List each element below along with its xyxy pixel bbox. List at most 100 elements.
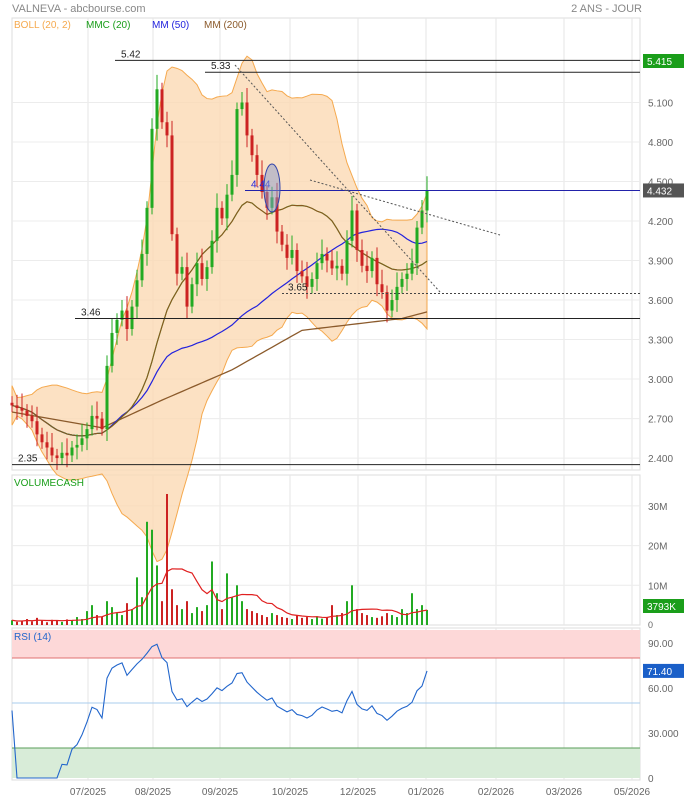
annotation-label: 2.35: [18, 454, 38, 465]
candle-body: [65, 452, 69, 456]
volume-bar: [46, 622, 48, 625]
volume-bar: [361, 613, 363, 625]
candle-body: [330, 260, 334, 269]
candle-body: [100, 418, 104, 430]
candle-body: [245, 102, 249, 136]
volume-bar: [356, 609, 358, 625]
stock-chart: VALNEVA - abcbourse.com 2 ANS - JOUR 5.4…: [10, 3, 684, 798]
candle-body: [105, 365, 109, 430]
volume-bar: [126, 603, 128, 625]
volume-bar: [36, 617, 38, 625]
volume-bar: [391, 615, 393, 625]
candle-body: [175, 234, 179, 274]
volume-bar: [316, 616, 318, 625]
volume-bar: [381, 616, 383, 625]
candle-body: [25, 410, 29, 416]
volume-bar: [136, 577, 138, 625]
candle-body: [10, 402, 14, 406]
candle-body: [210, 240, 214, 268]
volume-bar: [146, 521, 148, 625]
highlight-ellipse: [263, 163, 281, 213]
candle-body: [55, 455, 59, 459]
candle-body: [195, 263, 199, 285]
rsi-panel: RSI (14): [11, 630, 640, 779]
volume-bar: [321, 618, 323, 625]
value-badge-text: 4.432: [647, 186, 672, 197]
x-tick-label: 12/2025: [340, 787, 377, 798]
volume-bar: [206, 605, 208, 625]
candle-body: [380, 284, 384, 293]
volume-bar: [41, 620, 43, 625]
candle-body: [140, 253, 144, 281]
candle-body: [205, 267, 209, 279]
volume-tick-label: 20M: [648, 542, 667, 553]
volume-bar: [236, 585, 238, 625]
volume-bar: [86, 611, 88, 625]
volume-bar: [396, 617, 398, 625]
rsi-tick-label: 30.000: [648, 729, 679, 740]
volume-bar: [256, 613, 258, 625]
candle-body: [240, 102, 244, 110]
candle-body: [50, 447, 54, 456]
candle-body: [85, 429, 89, 439]
volume-bar: [186, 601, 188, 625]
volume-bar: [16, 621, 18, 625]
volume-tick-label: 30M: [648, 502, 667, 513]
candle-body: [360, 249, 364, 266]
volume-bar: [31, 621, 33, 625]
volume-bar: [266, 617, 268, 625]
candle-body: [80, 438, 84, 445]
price-tick-label: 5.100: [648, 98, 673, 109]
volume-bar: [241, 601, 243, 625]
price-tick-label: 3.000: [648, 375, 673, 386]
volume-bar: [291, 619, 293, 625]
legend-item: MM (200): [204, 20, 247, 31]
legend-item: MM (50): [152, 20, 189, 31]
candle-body: [335, 265, 339, 269]
candle-body: [300, 271, 304, 277]
candle-body: [290, 249, 294, 258]
volume-bar: [181, 609, 183, 625]
volume-bar: [191, 613, 193, 625]
candle-body: [320, 253, 324, 264]
volume-bar: [76, 617, 78, 625]
volume-title: VOLUMECASH: [14, 478, 84, 489]
candle-body: [355, 210, 359, 250]
candle-body: [400, 278, 404, 287]
candle-body: [315, 263, 319, 279]
value-badge-text: 71.40: [647, 667, 672, 678]
volume-bar: [306, 617, 308, 625]
candle-body: [130, 306, 134, 330]
candle-body: [325, 253, 329, 261]
x-tick-label: 01/2026: [408, 787, 445, 798]
annotation-label: 5.33: [211, 61, 231, 72]
candle-body: [150, 128, 154, 208]
volume-bar: [221, 609, 223, 625]
annotation-label: 3.65: [288, 282, 308, 293]
x-tick-label: 07/2025: [70, 787, 107, 798]
rsi-title: RSI (14): [14, 632, 51, 643]
candle-body: [125, 310, 129, 330]
volume-bar: [311, 619, 313, 625]
volume-bar: [276, 615, 278, 625]
volume-bar: [166, 493, 168, 625]
volume-bar: [176, 605, 178, 625]
candle-body: [220, 207, 224, 219]
chart-container: VALNEVA - abcbourse.com 2 ANS - JOUR 5.4…: [0, 0, 684, 800]
price-tick-label: 2.400: [648, 454, 673, 465]
candle-body: [75, 444, 79, 448]
volume-bar: [196, 607, 198, 625]
candle-body: [160, 89, 164, 123]
candle-body: [60, 452, 64, 459]
rsi-tick-label: 90.00: [648, 639, 673, 650]
volume-bar: [376, 617, 378, 625]
volume-tick-label: 0: [648, 620, 653, 630]
volume-bar: [281, 617, 283, 625]
candle-body: [250, 135, 254, 156]
candle-body: [410, 263, 414, 274]
value-badge-text: 3793K: [647, 602, 676, 613]
candle-body: [20, 408, 24, 411]
candle-body: [190, 284, 194, 307]
candle-body: [35, 421, 39, 435]
candle-body: [90, 415, 94, 430]
